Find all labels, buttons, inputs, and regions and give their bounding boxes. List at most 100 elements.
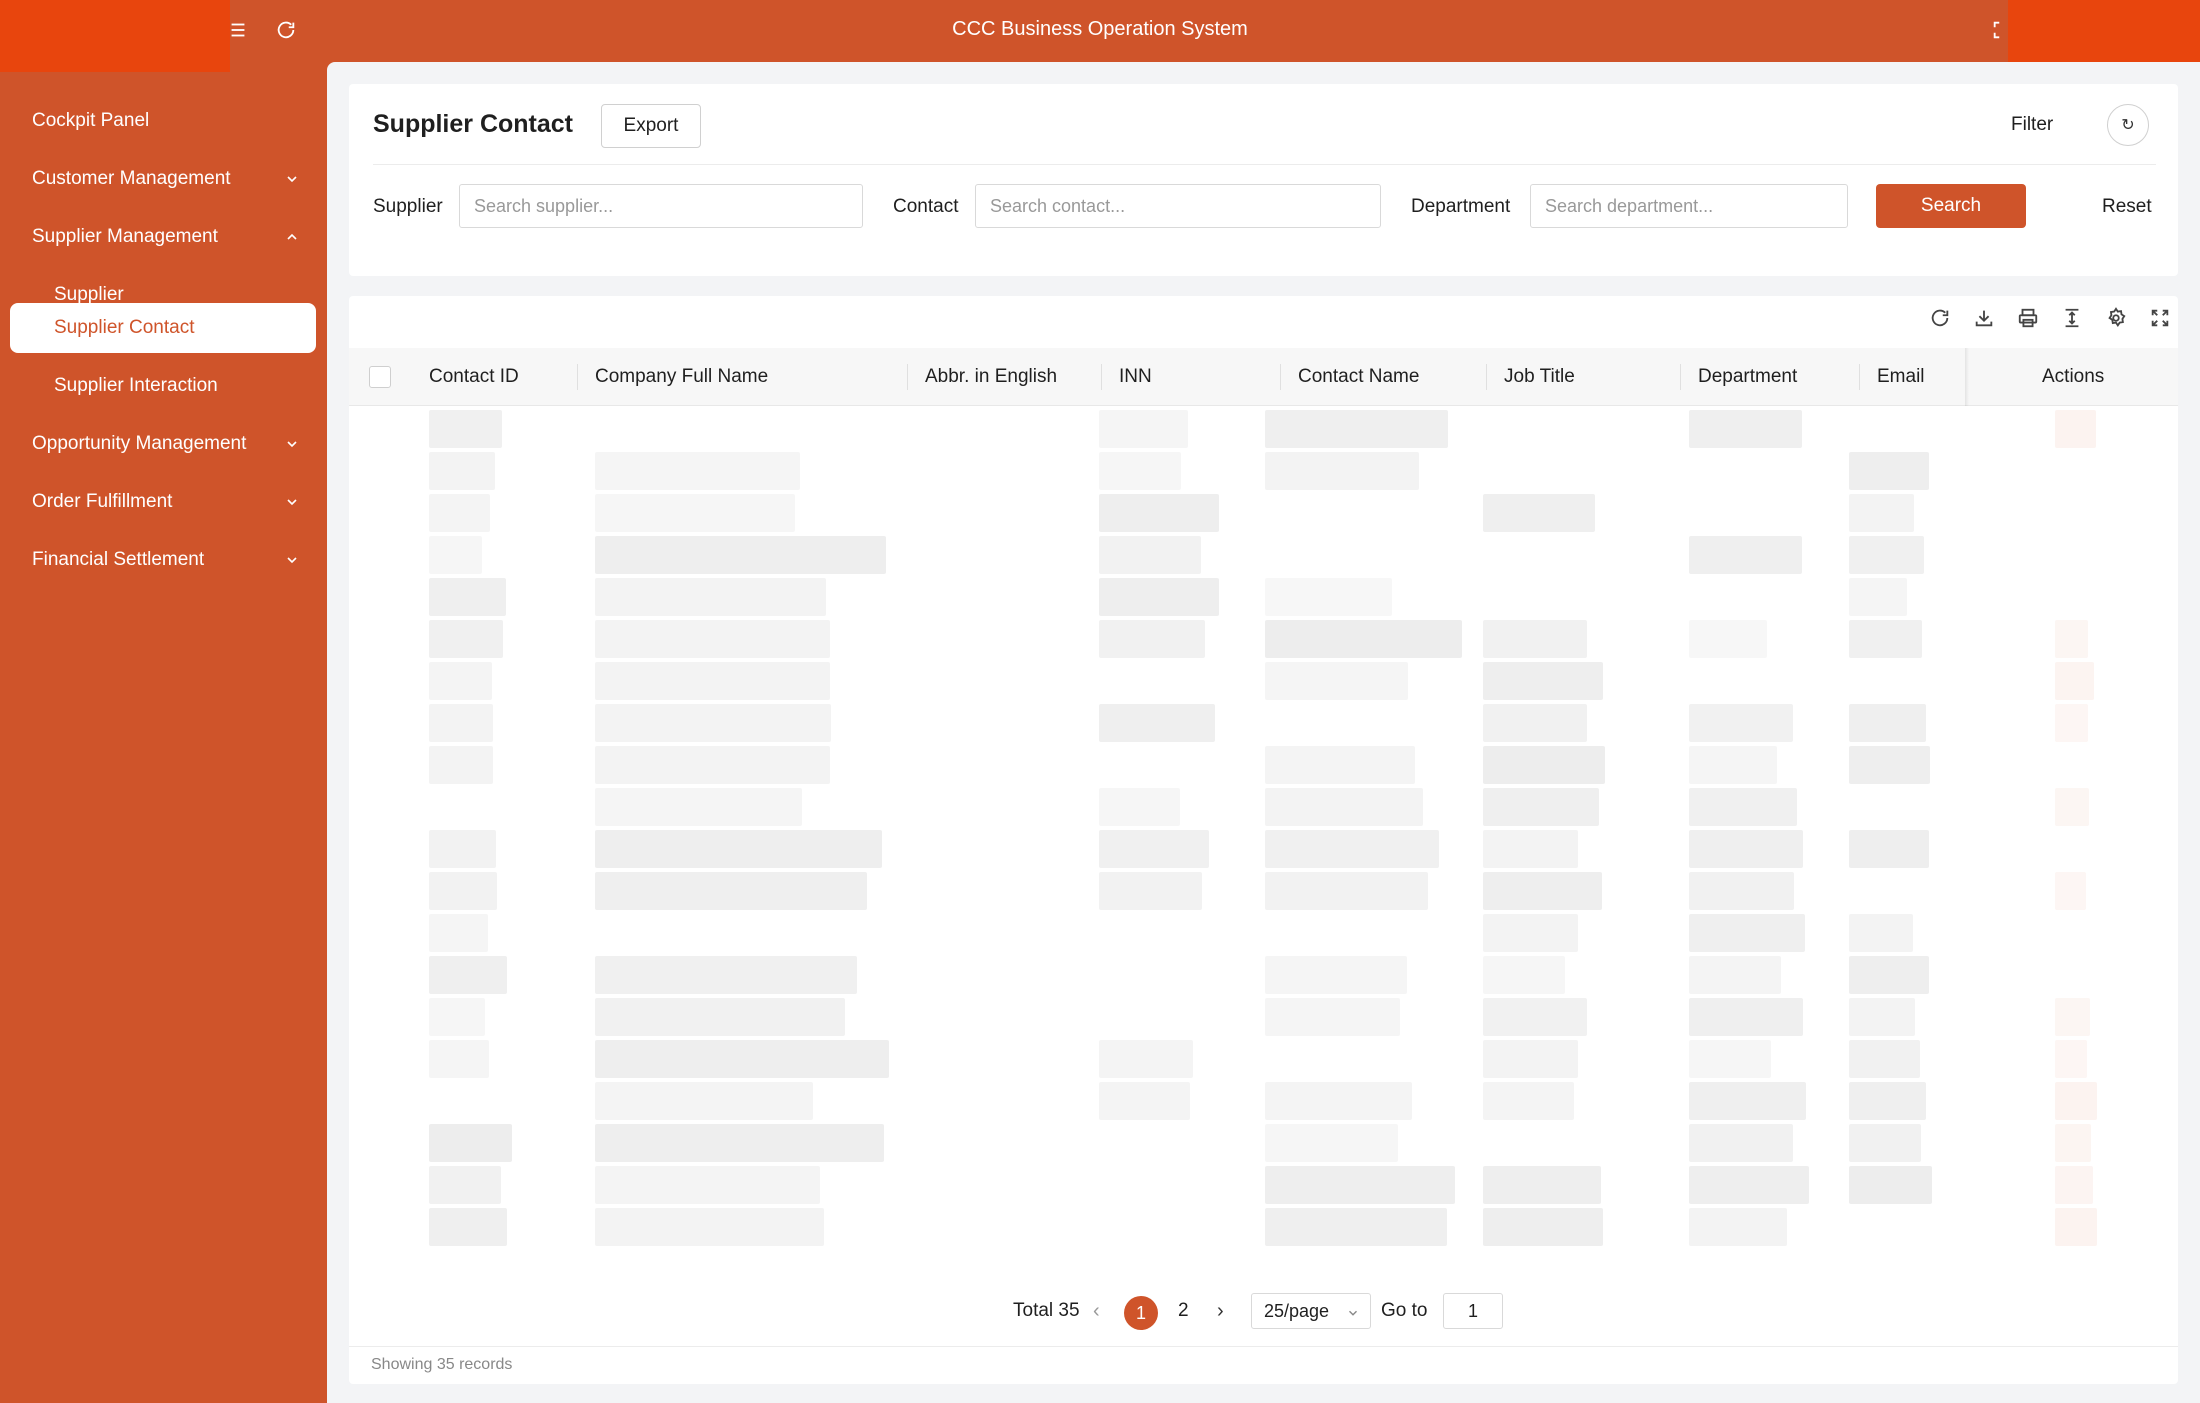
redacted-cell — [595, 704, 831, 742]
redacted-cell — [1483, 1082, 1574, 1120]
column-header-department[interactable]: Department — [1698, 366, 1797, 388]
redacted-cell — [2055, 1208, 2097, 1246]
fullscreen-icon[interactable] — [1988, 16, 2016, 44]
redacted-cell — [2055, 662, 2094, 700]
redacted-cell — [429, 746, 493, 784]
select-all-checkbox[interactable] — [369, 366, 391, 388]
data-table-panel: Contact ID Company Full Name Abbr. in En… — [349, 296, 2178, 1384]
page-button-1[interactable]: 1 — [1124, 1296, 1158, 1330]
redacted-cell — [595, 536, 886, 574]
fixed-column-shadow — [1965, 348, 1969, 406]
redacted-cell — [429, 578, 506, 616]
table-row[interactable] — [349, 910, 2178, 952]
redacted-cell — [1099, 620, 1205, 658]
redacted-cell — [1689, 536, 1802, 574]
table-row[interactable] — [349, 532, 2178, 574]
redacted-cell — [429, 536, 482, 574]
table-row[interactable] — [349, 700, 2178, 742]
sidebar-item-order-fulfillment[interactable]: Order Fulfillment — [10, 477, 316, 527]
print-icon[interactable] — [2016, 306, 2040, 330]
gear-icon[interactable] — [2104, 306, 2128, 330]
redacted-cell — [1849, 704, 1926, 742]
page-size-value: 25/page — [1264, 1300, 1330, 1321]
table-row[interactable] — [349, 1036, 2178, 1078]
redacted-cell — [429, 1208, 507, 1246]
download-icon[interactable] — [1972, 306, 1996, 330]
column-height-icon[interactable] — [2060, 306, 2084, 330]
column-divider[interactable] — [1859, 364, 1860, 390]
sidebar-item-label: Financial Settlement — [32, 549, 205, 570]
redacted-cell — [1483, 998, 1587, 1036]
redacted-cell — [1265, 830, 1439, 868]
table-row[interactable] — [349, 742, 2178, 784]
column-divider[interactable] — [577, 364, 578, 390]
filter-panel: Supplier Contact Export Filter ↻ Supplie… — [349, 84, 2178, 276]
column-divider[interactable] — [1486, 364, 1487, 390]
table-row[interactable] — [349, 868, 2178, 910]
sidebar-item-label: Order Fulfillment — [32, 491, 173, 512]
page-button-2[interactable]: 2 — [1178, 1300, 1189, 1322]
table-row[interactable] — [349, 1204, 2178, 1246]
export-button[interactable]: Export — [601, 104, 701, 148]
supplier-search-input[interactable]: Search supplier... — [459, 184, 863, 228]
redacted-cell — [429, 1124, 512, 1162]
redacted-cell — [429, 1166, 501, 1204]
table-row[interactable] — [349, 1120, 2178, 1162]
table-row[interactable] — [349, 952, 2178, 994]
redacted-cell — [1849, 452, 1929, 490]
column-header-abbr-english[interactable]: Abbr. in English — [925, 366, 1057, 388]
sidebar-item-supplier-management[interactable]: Supplier Management — [10, 212, 316, 262]
table-row[interactable] — [349, 406, 2178, 448]
column-header-company-full-name[interactable]: Company Full Name — [595, 366, 768, 388]
column-header-contact-name[interactable]: Contact Name — [1298, 366, 1419, 388]
column-divider[interactable] — [1280, 364, 1281, 390]
redacted-cell — [595, 1082, 813, 1120]
table-row[interactable] — [349, 994, 2178, 1036]
table-row[interactable] — [349, 574, 2178, 616]
table-row[interactable] — [349, 448, 2178, 490]
search-button[interactable]: Search — [1876, 184, 2026, 228]
department-search-input[interactable]: Search department... — [1530, 184, 1848, 228]
redacted-cell — [1099, 704, 1215, 742]
refresh-icon[interactable] — [1928, 306, 1952, 330]
sidebar-item-supplier-contact[interactable]: Supplier Contact — [10, 303, 316, 353]
sidebar-item-opportunity-management[interactable]: Opportunity Management — [10, 419, 316, 469]
redacted-cell — [595, 956, 857, 994]
table-row[interactable] — [349, 490, 2178, 532]
redacted-cell — [1265, 1124, 1398, 1162]
sidebar-item-supplier-interaction[interactable]: Supplier Interaction — [10, 361, 316, 411]
redacted-cell — [1849, 494, 1914, 532]
table-row[interactable] — [349, 826, 2178, 868]
redacted-cell — [1849, 1082, 1926, 1120]
table-row[interactable] — [349, 1078, 2178, 1120]
page-size-select[interactable]: 25/page — [1251, 1293, 1371, 1329]
fullscreen-icon[interactable] — [2148, 306, 2172, 330]
sidebar-item-label: Supplier Interaction — [54, 375, 218, 396]
next-page-icon[interactable]: › — [1217, 1300, 1224, 1323]
column-divider[interactable] — [1101, 364, 1102, 390]
prev-page-icon[interactable]: ‹ — [1093, 1300, 1100, 1323]
sidebar-item-cockpit-panel[interactable]: Cockpit Panel — [10, 96, 316, 146]
goto-page-input[interactable]: 1 — [1443, 1293, 1503, 1329]
table-row[interactable] — [349, 1162, 2178, 1204]
reset-button[interactable]: Reset — [2102, 196, 2152, 218]
redacted-cell — [1099, 536, 1201, 574]
column-divider[interactable] — [907, 364, 908, 390]
table-row[interactable] — [349, 658, 2178, 700]
column-header-job-title[interactable]: Job Title — [1504, 366, 1575, 388]
sidebar-item-financial-settlement[interactable]: Financial Settlement — [10, 535, 316, 585]
column-header-contact-id[interactable]: Contact ID — [429, 366, 519, 388]
table-row[interactable] — [349, 616, 2178, 658]
column-header-inn[interactable]: INN — [1119, 366, 1152, 388]
redacted-cell — [1689, 788, 1797, 826]
table-row[interactable] — [349, 784, 2178, 826]
column-header-email[interactable]: Email — [1877, 366, 1925, 388]
filter-toggle[interactable]: Filter — [2011, 114, 2053, 136]
sidebar-item-customer-management[interactable]: Customer Management — [10, 154, 316, 204]
redacted-cell — [595, 1208, 824, 1246]
column-header-actions: Actions — [2042, 366, 2105, 387]
chevron-down-icon — [284, 436, 300, 452]
column-divider[interactable] — [1680, 364, 1681, 390]
contact-search-input[interactable]: Search contact... — [975, 184, 1381, 228]
reset-view-icon[interactable]: ↻ — [2107, 104, 2149, 146]
